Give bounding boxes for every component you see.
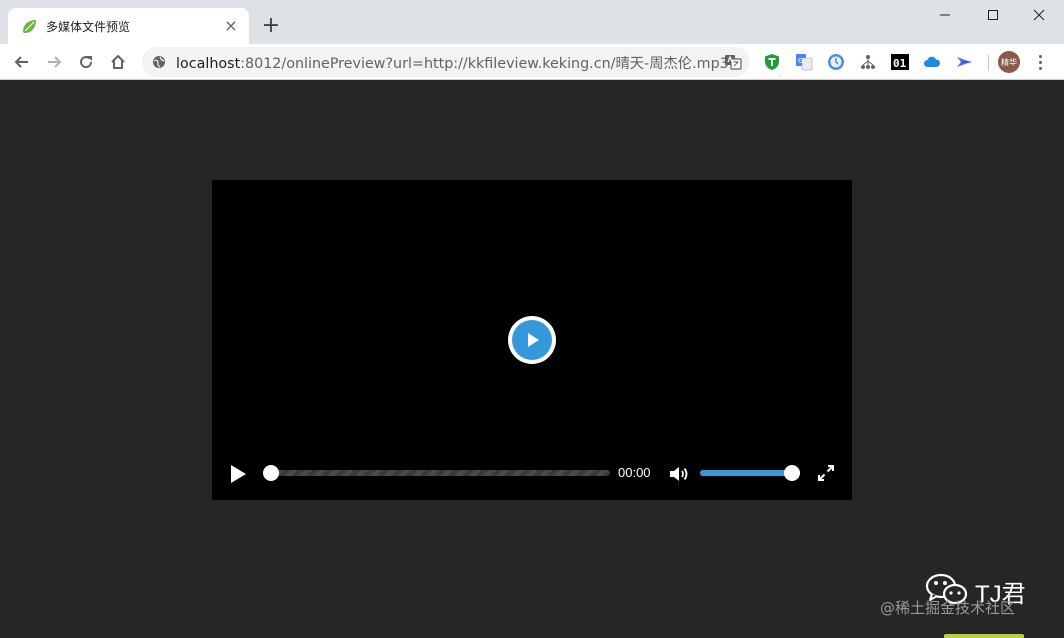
reload-button[interactable] xyxy=(72,48,100,76)
tab-strip: 多媒体文件预览 × + xyxy=(0,0,1064,44)
tab-title: 多媒体文件预览 xyxy=(46,19,131,34)
new-tab-button[interactable]: + xyxy=(260,15,282,37)
maximize-button[interactable] xyxy=(970,0,1016,30)
arrow-left-icon xyxy=(14,56,28,68)
binary-extension[interactable]: 01 xyxy=(891,53,909,71)
volume-slider[interactable] xyxy=(700,465,800,481)
adguard-extension[interactable] xyxy=(763,53,781,71)
url-host: localhost xyxy=(176,55,241,72)
minimize-button[interactable] xyxy=(922,0,968,30)
url-path: :8012/onlinePreview?url=http://kkfilevie… xyxy=(240,55,729,72)
progress-handle[interactable] xyxy=(263,465,279,481)
svg-text:G: G xyxy=(798,57,803,65)
arrow-right-icon xyxy=(48,56,62,68)
clock-extension[interactable] xyxy=(827,53,845,71)
big-play-button[interactable] xyxy=(508,316,556,364)
player-controls: 00:00 xyxy=(212,458,852,488)
binary-icon: 01 xyxy=(891,54,909,70)
globe-icon xyxy=(153,56,165,68)
media-player[interactable]: 00:00 xyxy=(212,180,852,500)
home-icon xyxy=(111,55,125,69)
reload-icon xyxy=(80,56,93,69)
cloud-extension[interactable] xyxy=(923,53,941,71)
bird-icon xyxy=(957,57,971,67)
toolbar-separator xyxy=(988,55,989,71)
play-button[interactable] xyxy=(228,464,248,484)
network-icon xyxy=(861,55,875,69)
browser-tab[interactable]: 多媒体文件预览 × xyxy=(8,8,249,44)
network-extension[interactable] xyxy=(859,53,877,71)
tab-close-icon[interactable]: × xyxy=(223,18,239,34)
forward-button[interactable] xyxy=(40,48,68,76)
volume-level xyxy=(700,470,792,476)
browser-menu-button[interactable] xyxy=(1030,52,1050,72)
url-text: localhost:8012/onlinePreview?url=http://… xyxy=(176,52,750,73)
minimize-icon xyxy=(940,14,950,16)
corner-accent xyxy=(944,634,1024,638)
spring-leaf-icon xyxy=(23,19,36,33)
play-icon xyxy=(528,333,539,347)
volume-icon[interactable] xyxy=(668,464,690,484)
close-icon xyxy=(1033,9,1045,21)
back-button[interactable] xyxy=(8,48,36,76)
svg-text:01: 01 xyxy=(893,57,907,70)
progress-bar[interactable] xyxy=(263,465,610,481)
close-window-button[interactable] xyxy=(1016,0,1062,30)
maximize-icon xyxy=(988,10,998,20)
google-translate-extension[interactable]: G xyxy=(795,53,813,71)
watermark-site: @稀土掘金技术社区 xyxy=(880,599,1016,617)
home-button[interactable] xyxy=(104,48,132,76)
google-translate-icon: G xyxy=(796,54,813,71)
fullscreen-icon[interactable] xyxy=(817,464,835,482)
translate-icon[interactable] xyxy=(724,53,742,71)
adguard-icon xyxy=(765,54,779,70)
address-bar[interactable]: localhost:8012/onlinePreview?url=http://… xyxy=(142,47,750,77)
bird-extension[interactable] xyxy=(955,53,973,71)
cloud-icon xyxy=(924,56,941,67)
volume-handle[interactable] xyxy=(784,465,800,481)
profile-avatar[interactable]: 精华 xyxy=(998,51,1020,73)
current-time: 00:00 xyxy=(618,465,651,480)
clock-icon xyxy=(828,54,844,70)
browser-toolbar: localhost:8012/onlinePreview?url=http://… xyxy=(0,44,1064,80)
